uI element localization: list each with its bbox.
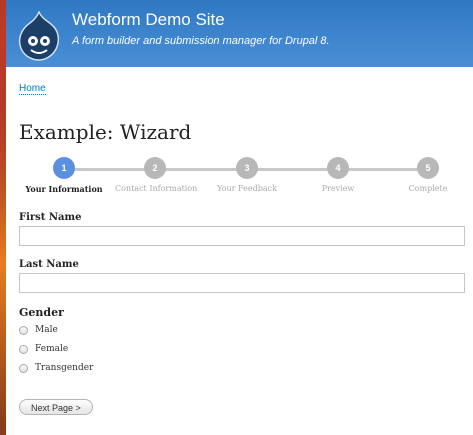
wizard-step-1: 1 Your Information [24,157,104,194]
gender-option-female[interactable]: Female [19,342,68,356]
next-page-button[interactable]: Next Page > [19,399,93,415]
radio-button[interactable] [19,363,28,373]
radio-label[interactable]: Male [35,325,58,335]
radio-button[interactable] [19,344,28,354]
radio-button[interactable] [19,325,28,335]
step-number: 2 [144,157,166,179]
step-number: 5 [417,157,439,179]
wizard-step-2: 2 Contact Information [115,157,198,193]
gender-option-male[interactable]: Male [19,323,58,337]
wizard-progress-bar: 1 Your Information 2 Contact Information… [19,157,463,197]
drupal-logo-icon[interactable] [16,11,62,61]
gender-legend: Gender [19,306,64,319]
page-title: Example: Wizard [19,120,192,144]
browser-page: Webform Demo Site A form builder and sub… [6,0,473,435]
step-number: 3 [236,157,258,179]
radio-label[interactable]: Female [35,344,68,354]
gender-option-transgender[interactable]: Transgender [19,361,93,375]
step-number: 4 [327,157,349,179]
step-label: Your Feedback [217,184,277,193]
wizard-step-5: 5 Complete [388,157,468,193]
wizard-step-4: 4 Preview [298,157,378,193]
radio-label[interactable]: Transgender [35,363,93,373]
site-header: Webform Demo Site A form builder and sub… [6,0,473,67]
site-name[interactable]: Webform Demo Site [72,10,225,30]
site-slogan: A form builder and submission manager fo… [72,35,330,47]
first-name-label: First Name [19,212,82,223]
step-label: Your Information [25,184,103,194]
step-label: Complete [408,184,448,193]
last-name-label: Last Name [19,259,79,270]
last-name-field[interactable] [19,273,465,293]
step-label: Contact Information [115,184,198,193]
breadcrumb: Home [19,83,46,95]
wizard-step-3: 3 Your Feedback [207,157,287,193]
step-number: 1 [53,157,75,179]
first-name-field[interactable] [19,226,465,246]
step-label: Preview [321,184,355,193]
breadcrumb-home-link[interactable]: Home [19,83,46,95]
